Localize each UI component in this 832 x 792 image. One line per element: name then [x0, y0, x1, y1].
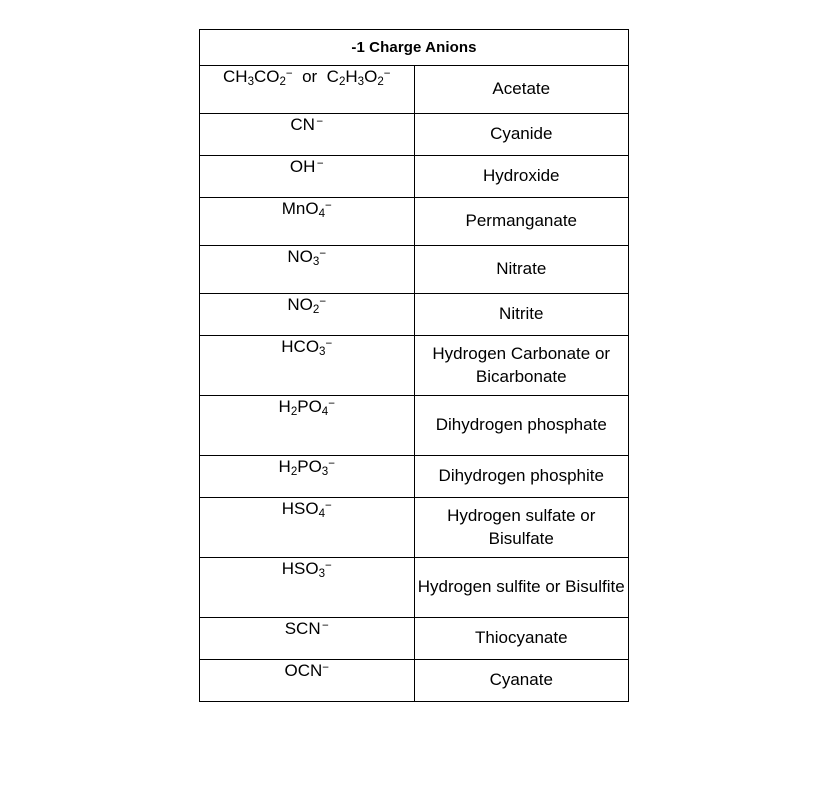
anion-name-cell: Dihydrogen phosphite: [413, 455, 629, 498]
anion-formula-cell: NO3−: [199, 245, 415, 294]
anion-formula-cell: OH −: [199, 155, 415, 198]
anion-name-cell: Hydrogen Carbonate or Bicarbonate: [413, 335, 629, 396]
table-row: NO2− Nitrite: [199, 293, 629, 336]
anion-name-cell: Thiocyanate: [413, 617, 629, 660]
table-header-row: -1 Charge Anions: [199, 29, 629, 66]
anion-name-cell: Permanganate: [413, 197, 629, 246]
table-row: HSO3− Hydrogen sulfite or Bisulfite: [199, 557, 629, 618]
anion-formula-cell: CN −: [199, 113, 415, 156]
anion-formula-cell: CH3CO2− or C2H3O2−: [199, 65, 415, 114]
anion-formula-cell: OCN−: [199, 659, 415, 702]
anion-formula-cell: H2PO4−: [199, 395, 415, 456]
table-row: SCN − Thiocyanate: [199, 617, 629, 660]
table-row: OCN− Cyanate: [199, 659, 629, 702]
anion-formula-cell: HCO3−: [199, 335, 415, 396]
anion-name-cell: Dihydrogen phosphate: [413, 395, 629, 456]
page-root: -1 Charge Anions CH3CO2− or C2H3O2− Aceta…: [0, 0, 832, 792]
table-header: -1 Charge Anions: [199, 29, 629, 66]
anion-reference-table: -1 Charge Anions CH3CO2− or C2H3O2− Aceta…: [199, 29, 629, 702]
table-row: CH3CO2− or C2H3O2− Acetate: [199, 65, 629, 114]
table-row: H2PO3− Dihydrogen phosphite: [199, 455, 629, 498]
anion-formula-cell: NO2−: [199, 293, 415, 336]
anion-formula-cell: SCN −: [199, 617, 415, 660]
anion-formula-cell: HSO4−: [199, 497, 415, 558]
anion-formula-cell: MnO4−: [199, 197, 415, 246]
anion-formula-cell: H2PO3−: [199, 455, 415, 498]
table-row: HSO4− Hydrogen sulfate or Bisulfate: [199, 497, 629, 558]
anion-formula-cell: HSO3−: [199, 557, 415, 618]
anion-name-cell: Nitrite: [413, 293, 629, 336]
anion-name-cell: Cyanide: [413, 113, 629, 156]
table-row: CN − Cyanide: [199, 113, 629, 156]
table-row: OH − Hydroxide: [199, 155, 629, 198]
table-row: HCO3− Hydrogen Carbonate or Bicarbonate: [199, 335, 629, 396]
table-body: CH3CO2− or C2H3O2− Acetate CN − Cyanide OH −…: [199, 65, 629, 702]
table-title: -1 Charge Anions: [199, 29, 629, 66]
anion-name-cell: Hydrogen sulfite or Bisulfite: [413, 557, 629, 618]
anion-name-cell: Nitrate: [413, 245, 629, 294]
table-row: MnO4− Permanganate: [199, 197, 629, 246]
anion-name-cell: Hydrogen sulfate or Bisulfate: [413, 497, 629, 558]
anion-name-cell: Acetate: [413, 65, 629, 114]
table-row: H2PO4− Dihydrogen phosphate: [199, 395, 629, 456]
table-row: NO3− Nitrate: [199, 245, 629, 294]
anion-name-cell: Hydroxide: [413, 155, 629, 198]
anion-name-cell: Cyanate: [413, 659, 629, 702]
